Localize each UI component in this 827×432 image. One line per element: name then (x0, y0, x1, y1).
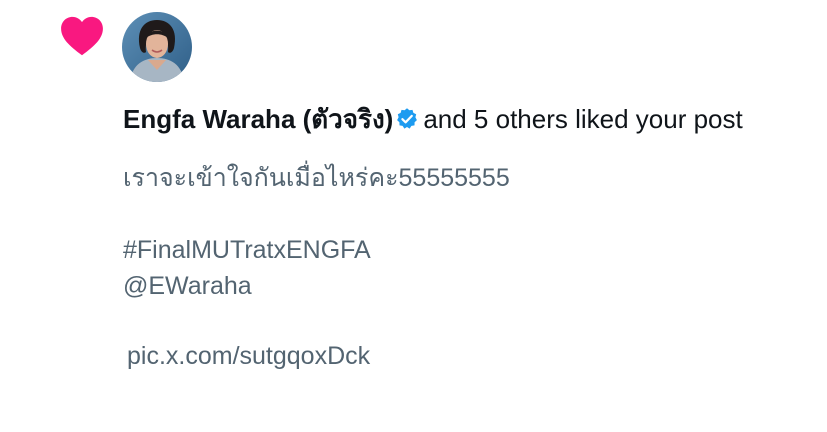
like-notification[interactable]: Engfa Waraha (ตัวจริง) and 5 others like… (0, 0, 827, 432)
notification-content: Engfa Waraha (ตัวจริง) and 5 others like… (123, 100, 803, 374)
verified-badge-icon (397, 108, 418, 129)
notification-text: Engfa Waraha (ตัวจริง) and 5 others like… (123, 100, 803, 138)
mention-link[interactable]: @EWaraha (123, 268, 803, 304)
heart-icon (61, 16, 103, 56)
post-text: เราจะเข้าใจกันเมื่อไหร่คะ55555555 (123, 164, 510, 192)
hashtag-link[interactable]: #FinalMUTratxENGFA (123, 232, 803, 268)
action-text: and 5 others liked your post (423, 104, 743, 134)
avatar-photo (122, 12, 192, 82)
username[interactable]: Engfa Waraha (ตัวจริง) (123, 104, 393, 134)
pic-link[interactable]: pic.x.com/sutgqoxDck (123, 338, 803, 374)
avatar[interactable] (122, 12, 192, 82)
post-preview[interactable]: เราจะเข้าใจกันเมื่อไหร่คะ55555555 #Final… (123, 160, 803, 374)
